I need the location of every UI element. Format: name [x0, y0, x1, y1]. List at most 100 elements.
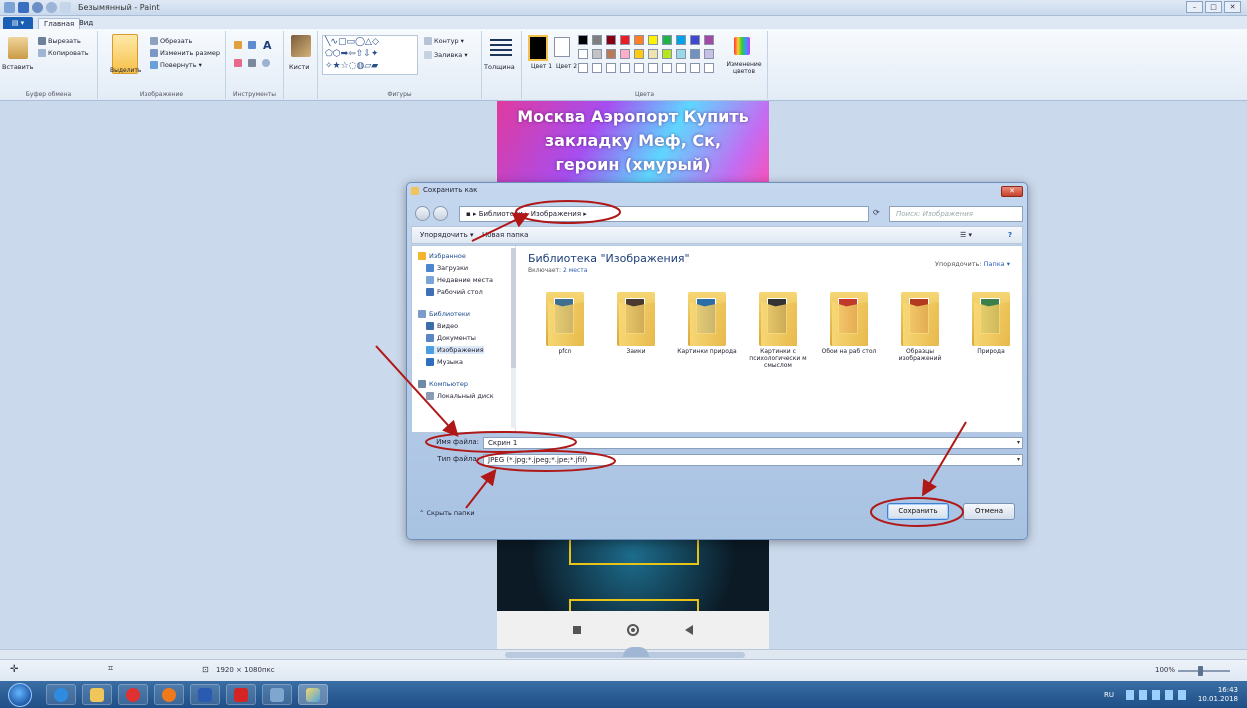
refresh-icon[interactable]: ⟳ [873, 208, 885, 220]
eraser-icon[interactable] [234, 59, 242, 67]
palette-swatch[interactable] [690, 35, 700, 45]
folder-item[interactable]: pfcn [534, 288, 596, 355]
filetype-dropdown-icon[interactable]: ▾ [1017, 456, 1020, 463]
tree-item[interactable]: Локальный диск [426, 392, 494, 400]
palette-empty-swatch[interactable] [662, 63, 672, 73]
folder-item[interactable]: Обои на раб стол [818, 288, 880, 355]
magnifier-icon[interactable] [262, 59, 270, 67]
tree-item[interactable]: Документы [426, 334, 476, 342]
save-icon[interactable] [18, 2, 29, 13]
palette-swatch[interactable] [634, 49, 644, 59]
tree-item[interactable]: Рабочий стол [426, 288, 483, 296]
forward-nav-button[interactable] [433, 206, 448, 221]
palette-empty-swatch[interactable] [578, 63, 588, 73]
outline-dropdown[interactable]: Контур ▾ [424, 37, 464, 45]
palette-empty-swatch[interactable] [676, 63, 686, 73]
undo-icon[interactable] [32, 2, 43, 13]
arrange-by-dropdown[interactable]: Папка ▾ [984, 260, 1010, 268]
shapes-gallery[interactable]: ╲∿▢▭◯△◇ ⬠⬡➡⇦⇧⇩✦ ✧★☆◌◍▱▰ [322, 35, 418, 75]
palette-swatch[interactable] [690, 49, 700, 59]
tree-item[interactable]: Компьютер [418, 380, 468, 388]
tree-item[interactable]: Избранное [418, 252, 466, 260]
palette-swatch[interactable] [634, 35, 644, 45]
new-folder-button[interactable]: Новая папка [482, 231, 528, 239]
tree-item[interactable]: Музыка [426, 358, 463, 366]
color1-swatch[interactable] [528, 35, 548, 61]
copy-button[interactable]: Копировать [38, 49, 89, 57]
palette-swatch[interactable] [662, 35, 672, 45]
paste-button[interactable]: Вставить [2, 63, 33, 71]
fill-icon[interactable] [248, 41, 256, 49]
zoom-slider[interactable] [1178, 666, 1230, 676]
folder-item[interactable]: Заики [605, 288, 667, 355]
palette-empty-swatch[interactable] [704, 63, 714, 73]
help-icon[interactable]: ? [1008, 231, 1012, 239]
clock[interactable]: 16:43 10.01.2018 [1198, 686, 1238, 704]
palette-swatch[interactable] [648, 49, 658, 59]
organize-button[interactable]: Упорядочить ▾ [420, 231, 474, 239]
filename-dropdown-icon[interactable]: ▾ [1017, 439, 1020, 446]
file-menu-tab[interactable]: ▤ ▾ [3, 17, 33, 29]
edit-colors-button[interactable]: Изменение цветов [724, 61, 764, 75]
cancel-button[interactable]: Отмена [963, 503, 1015, 520]
pencil-icon[interactable] [234, 41, 242, 49]
palette-swatch[interactable] [704, 49, 714, 59]
taskbar-screen-button[interactable] [262, 684, 292, 705]
view-options-button[interactable]: ☰ ▾ [960, 231, 972, 239]
back-nav-button[interactable] [415, 206, 430, 221]
folder-item[interactable]: Картинки с психологически м смыслом [747, 288, 809, 369]
tray-icons[interactable] [1126, 690, 1186, 700]
minimize-button[interactable]: – [1186, 1, 1203, 13]
size-button[interactable]: Толщина [484, 63, 515, 71]
palette-swatch[interactable] [592, 49, 602, 59]
maximize-button[interactable]: □ [1205, 1, 1222, 13]
taskbar-explorer-button[interactable] [82, 684, 112, 705]
fill-dropdown[interactable]: Заливка ▾ [424, 51, 468, 59]
palette-empty-swatch[interactable] [592, 63, 602, 73]
library-locations-link[interactable]: 2 места [563, 267, 587, 274]
palette-swatch[interactable] [648, 35, 658, 45]
resize-button[interactable]: Изменить размер [150, 49, 220, 57]
color-picker-icon[interactable] [248, 59, 256, 67]
palette-swatch[interactable] [578, 49, 588, 59]
filename-input[interactable]: Скрин 1 ▾ [483, 437, 1023, 449]
hide-folders-button[interactable]: ⌃ Скрыть папки [419, 509, 475, 517]
palette-swatch[interactable] [662, 49, 672, 59]
tree-scroll-thumb[interactable] [511, 248, 516, 368]
tree-item[interactable]: Загрузки [426, 264, 468, 272]
language-indicator[interactable]: RU [1104, 691, 1114, 699]
brushes-button[interactable]: Кисти [289, 63, 309, 71]
taskbar-acrobat-button[interactable] [226, 684, 256, 705]
palette-empty-swatch[interactable] [648, 63, 658, 73]
tab-view[interactable]: Вид [74, 18, 98, 29]
edit-colors-icon[interactable] [734, 37, 750, 55]
color2-swatch[interactable] [554, 37, 570, 57]
canvas-resize-handle[interactable] [623, 647, 649, 657]
text-tool-icon[interactable]: A [263, 39, 272, 52]
address-bar[interactable]: ▪ ▸ Библиотеки ▸ Изображения ▸ [459, 206, 869, 222]
line-size-icon[interactable] [490, 39, 512, 57]
cut-button[interactable]: Вырезать [38, 37, 81, 45]
palette-swatch[interactable] [592, 35, 602, 45]
palette-swatch[interactable] [620, 35, 630, 45]
folder-item[interactable]: Природа [960, 288, 1022, 355]
folder-item[interactable]: Образцы изображений [889, 288, 951, 362]
palette-swatch[interactable] [620, 49, 630, 59]
horizontal-scrollbar[interactable] [0, 647, 1247, 659]
taskbar-opera-button[interactable] [118, 684, 148, 705]
zoom-slider-knob[interactable] [1198, 666, 1203, 676]
taskbar-word-button[interactable] [190, 684, 220, 705]
tree-item[interactable]: Видео [426, 322, 458, 330]
paste-icon[interactable] [8, 37, 28, 59]
tree-item[interactable]: Изображения [426, 346, 484, 354]
palette-swatch[interactable] [578, 35, 588, 45]
dialog-close-button[interactable]: ✕ [1001, 186, 1023, 197]
quick-access-dropdown-icon[interactable] [60, 2, 71, 13]
filetype-select[interactable]: JPEG (*.jpg;*.jpeg;*.jpe;*.jfif) ▾ [483, 454, 1023, 466]
palette-empty-swatch[interactable] [690, 63, 700, 73]
palette-swatch[interactable] [606, 35, 616, 45]
taskbar-firefox-button[interactable] [154, 684, 184, 705]
taskbar-ie-button[interactable] [46, 684, 76, 705]
taskbar-paint-button[interactable] [298, 684, 328, 705]
start-button[interactable] [8, 683, 32, 707]
